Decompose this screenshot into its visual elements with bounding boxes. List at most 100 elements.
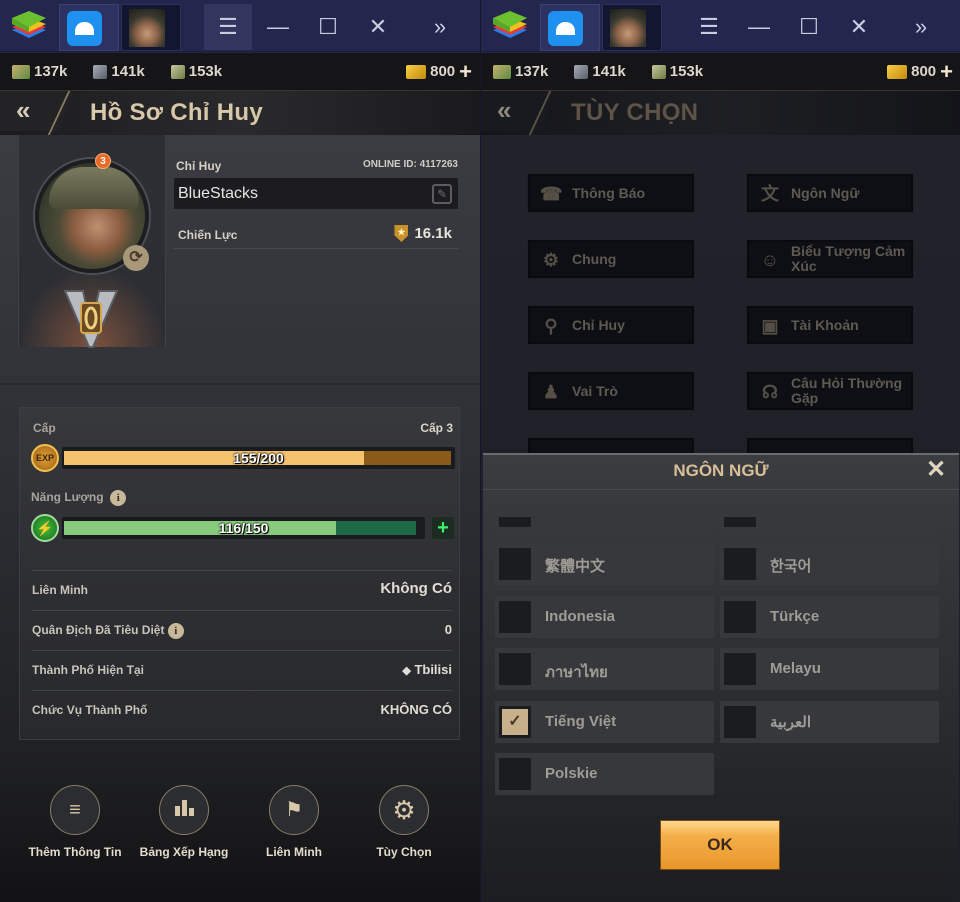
commander-name-input[interactable] (174, 178, 414, 210)
language-label: 한국어 (770, 558, 812, 575)
language-option[interactable]: Türkçe (720, 596, 939, 638)
resource-bar: 137k 141k 153k 800 + (0, 53, 480, 91)
checkbox[interactable] (499, 601, 531, 633)
cash-value: 137k (515, 63, 549, 80)
rank-badge: 3 (95, 153, 111, 169)
checkbox[interactable] (499, 517, 531, 527)
expand-sidebar-button[interactable]: » (416, 4, 464, 50)
nav-options[interactable]: ⚙ Tùy Chọn (354, 785, 454, 859)
rank-insignia-icon[interactable] (63, 287, 119, 349)
language-label: Türkçe (770, 608, 820, 625)
close-icon[interactable]: ✕ (923, 457, 949, 483)
checkbox[interactable] (499, 548, 531, 580)
checkbox[interactable] (724, 548, 756, 580)
bluestacks-logo-icon[interactable] (10, 10, 48, 42)
power-label: Chiến Lực (178, 228, 238, 242)
bar-chart-icon (159, 785, 209, 835)
exp-text: 155/200 (233, 450, 284, 466)
oil-icon (170, 64, 185, 79)
bluestacks-logo-icon[interactable] (491, 10, 529, 42)
language-option[interactable]: ภาษาไทย (495, 648, 714, 690)
resource-gold[interactable]: 800 + (406, 60, 472, 83)
stat-value: KHÔNG CÓ (380, 702, 453, 717)
nav-leaderboard[interactable]: Bảng Xếp Hạng (134, 785, 234, 859)
gear-icon: ⚙ (379, 785, 429, 835)
language-option[interactable]: Melayu (720, 648, 939, 690)
language-option[interactable]: العربية (720, 701, 939, 743)
language-label: Polskie (545, 765, 598, 782)
power-row: Chiến Lực ★ 16.1k (174, 223, 458, 249)
menu-button[interactable]: ☰ (685, 4, 733, 50)
oil-icon (651, 64, 666, 79)
kills-info-icon[interactable]: i (167, 623, 184, 639)
language-option[interactable]: Polskie (495, 753, 714, 795)
commander-name-field[interactable]: ✎ (174, 178, 458, 210)
resource-cash: 137k (493, 63, 548, 80)
language-option[interactable]: 한국어 (720, 543, 939, 585)
back-button[interactable]: « (0, 91, 74, 131)
edit-icon[interactable]: ✎ (432, 184, 452, 204)
home-tab[interactable] (540, 4, 600, 51)
language-option-partial[interactable] (720, 517, 939, 531)
checkbox[interactable] (499, 653, 531, 685)
ok-button[interactable]: OK (660, 820, 780, 870)
minimize-button[interactable]: — (735, 4, 783, 50)
game-tab[interactable] (602, 4, 662, 51)
expand-sidebar-button[interactable]: » (897, 4, 945, 50)
page-header: « Hồ Sơ Chỉ Huy (0, 91, 480, 135)
level-value: Cấp 3 (420, 421, 453, 435)
stat-value: Tbilisi (414, 662, 452, 677)
nav-more-info[interactable]: ≡ Thêm Thông Tin (25, 785, 125, 859)
section-divider (0, 383, 480, 385)
close-button[interactable]: ✕ (835, 4, 883, 50)
language-option-partial[interactable] (495, 517, 714, 531)
power-shield-icon: ★ (394, 225, 409, 242)
home-tab[interactable] (59, 4, 119, 51)
checkbox[interactable] (724, 601, 756, 633)
close-button[interactable]: ✕ (354, 4, 402, 50)
stat-value-wrap[interactable]: ◆ Tbilisi (402, 662, 452, 677)
minimize-button[interactable]: — (254, 4, 302, 50)
menu-button[interactable]: ☰ (204, 4, 252, 50)
page-title: Hồ Sơ Chỉ Huy (90, 99, 263, 126)
iron-icon (574, 64, 589, 79)
flag-icon: ⚑ (269, 785, 319, 835)
nav-label: Tùy Chọn (376, 845, 432, 859)
exp-bar: 155/200 (62, 447, 455, 469)
online-id: ONLINE ID: 4117263 (362, 159, 458, 170)
cash-icon (12, 64, 30, 79)
modal-header-divider (483, 489, 959, 490)
game-tab[interactable] (121, 4, 181, 51)
energy-text: 116/150 (218, 520, 269, 536)
stat-row-city: Thành Phố Hiện Tại ◆ Tbilisi (32, 650, 452, 690)
add-energy-button[interactable]: + (432, 517, 454, 539)
stats-card: Cấp Cấp 3 EXP 155/200 Năng Lượng i ⚡ 116… (19, 407, 460, 740)
portrait-panel: ⟳ 3 (18, 135, 167, 349)
resource-gold[interactable]: 800 + (887, 60, 953, 83)
language-option-selected[interactable]: ✓ Tiếng Việt (495, 701, 714, 743)
maximize-button[interactable]: ☐ (304, 4, 352, 50)
power-value-wrap: ★ 16.1k (394, 225, 452, 242)
emulator-titlebar: ☰ — ☐ ✕ » (0, 0, 480, 52)
add-gold-icon[interactable]: + (459, 60, 472, 83)
energy-info-icon[interactable]: i (110, 490, 127, 506)
checkbox[interactable] (724, 517, 756, 527)
checkbox[interactable] (724, 706, 756, 738)
checkbox[interactable] (499, 758, 531, 790)
energy-label: Năng Lượng (31, 490, 104, 505)
checkbox[interactable] (724, 653, 756, 685)
stat-label-wrap: Quân Địch Đã Tiêu Diệt i (32, 623, 184, 639)
add-gold-icon[interactable]: + (940, 60, 953, 83)
language-option[interactable]: 繁體中文 (495, 543, 714, 585)
change-avatar-icon[interactable]: ⟳ (123, 245, 149, 271)
language-option[interactable]: Indonesia (495, 596, 714, 638)
emulator-titlebar: ☰ — ☐ ✕ » (481, 0, 960, 52)
gold-value: 800 (430, 63, 456, 80)
language-modal: NGÔN NGỮ ✕ 繁體中文 한국어 Indonesia Türkçe ภาษ… (483, 453, 959, 899)
nav-alliance[interactable]: ⚑ Liên Minh (244, 785, 344, 859)
exp-icon: EXP (31, 444, 59, 472)
checkbox-checked-icon[interactable]: ✓ (499, 706, 531, 738)
oil-value: 153k (669, 63, 704, 80)
energy-icon: ⚡ (31, 514, 59, 542)
maximize-button[interactable]: ☐ (785, 4, 833, 50)
